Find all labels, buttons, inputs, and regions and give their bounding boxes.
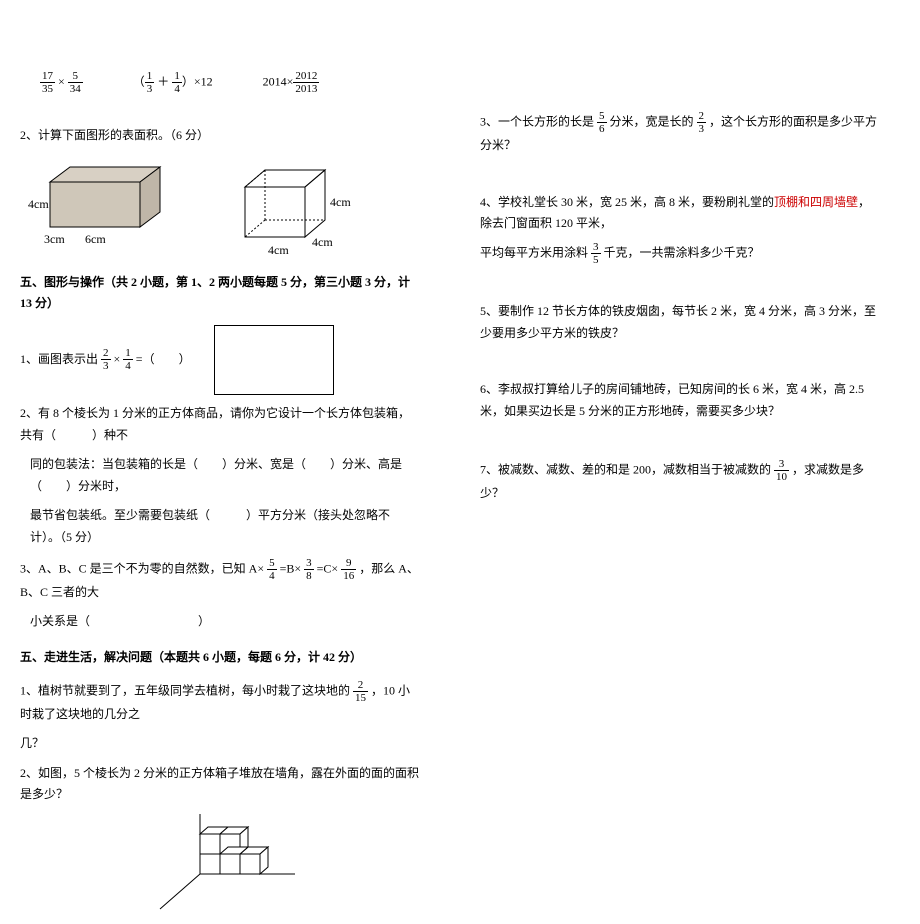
- right-q6: 6、李叔叔打算给儿子的房间铺地砖，已知房间的长 6 米，宽 4 米，高 2.5 …: [480, 379, 880, 422]
- cuboid-1-w: 6cm: [85, 229, 106, 251]
- q5-2-a: 2、有 8 个棱长为 1 分米的正方体商品，请你为它设计一个长方体包装箱，共有（…: [20, 403, 420, 446]
- q5-2-b: 同的包装法：当包装箱的长是（ ）分米、宽是（ ）分米、高是（ ）分米时，: [30, 454, 420, 497]
- expression-3: 2014×20122013: [263, 70, 320, 95]
- q5-3-line2: 小关系是（ ）: [30, 611, 420, 633]
- section-walk-title: 五、走进生活，解决问题（本题共 6 小题，每题 6 分，计 42 分）: [20, 647, 420, 669]
- right-q7: 7、被减数、减数、差的和是 200，减数相当于被减数的 310 ，求减数是多少？: [480, 458, 880, 505]
- walk-q1: 1、植树节就要到了，五年级同学去植树，每小时栽了这块地的 215 ，10 小时栽…: [20, 679, 420, 726]
- section-5-title: 五、图形与操作（共 2 小题，第 1、2 两小题每题 5 分，第三小题 3 分，…: [20, 272, 420, 315]
- cuboid-1: 4cm 3cm 6cm: [30, 162, 170, 242]
- cuboid-2-d: 4cm: [312, 232, 333, 254]
- right-q4: 4、学校礼堂长 30 米，宽 25 米，高 8 米，要粉刷礼堂的顶棚和四周墙壁，…: [480, 192, 880, 266]
- cuboid-2-h: 4cm: [330, 192, 351, 214]
- cuboid-figures: 4cm 3cm 6cm 4cm 4cm 4cm: [30, 162, 420, 252]
- right-column: 3、一个长方形的长是 56 分米，宽是长的 23 ，这个长方形的面积是多少平方分…: [460, 0, 900, 549]
- walk-q2: 2、如图，5 个棱长为 2 分米的正方体箱子堆放在墙角，露在外面的面的面积是多少…: [20, 763, 420, 806]
- draw-rectangle: [214, 325, 334, 395]
- expression-row: 1735 × 534 （13 ＋ 14）×12 2014×20122013: [40, 70, 420, 95]
- q5-1: 1、画图表示出 23 × 14 =（ ）: [20, 325, 420, 395]
- highlight-text: 顶棚和四周墙壁: [774, 195, 858, 209]
- expression-1: 1735 × 534: [40, 70, 83, 95]
- right-q3: 3、一个长方形的长是 56 分米，宽是长的 23 ，这个长方形的面积是多少平方分…: [480, 110, 880, 157]
- right-q5: 5、要制作 12 节长方体的铁皮烟囱，每节长 2 米，宽 4 分米，高 3 分米…: [480, 301, 880, 344]
- cuboid-2: 4cm 4cm 4cm: [230, 162, 350, 252]
- q2-title: 2、计算下面图形的表面积。（6 分）: [20, 125, 420, 147]
- q5-2-c: 最节省包装纸。至少需要包装纸（ ）平方分米（接头处忽略不计）。（5 分）: [30, 505, 420, 548]
- expression-2: （13 ＋ 14）×12: [133, 70, 213, 95]
- left-column: 1735 × 534 （13 ＋ 14）×12 2014×20122013 2、…: [0, 0, 440, 924]
- cuboid-1-d: 3cm: [44, 229, 65, 251]
- walk-q1-line2: 几？: [20, 733, 420, 755]
- cuboid-2-w: 4cm: [268, 240, 289, 262]
- cuboid-1-h: 4cm: [28, 194, 49, 216]
- corner-cubes-svg: [140, 814, 300, 914]
- q5-3: 3、A、B、C 是三个不为零的自然数，已知 A× 54 =B× 38 =C× 9…: [20, 557, 420, 604]
